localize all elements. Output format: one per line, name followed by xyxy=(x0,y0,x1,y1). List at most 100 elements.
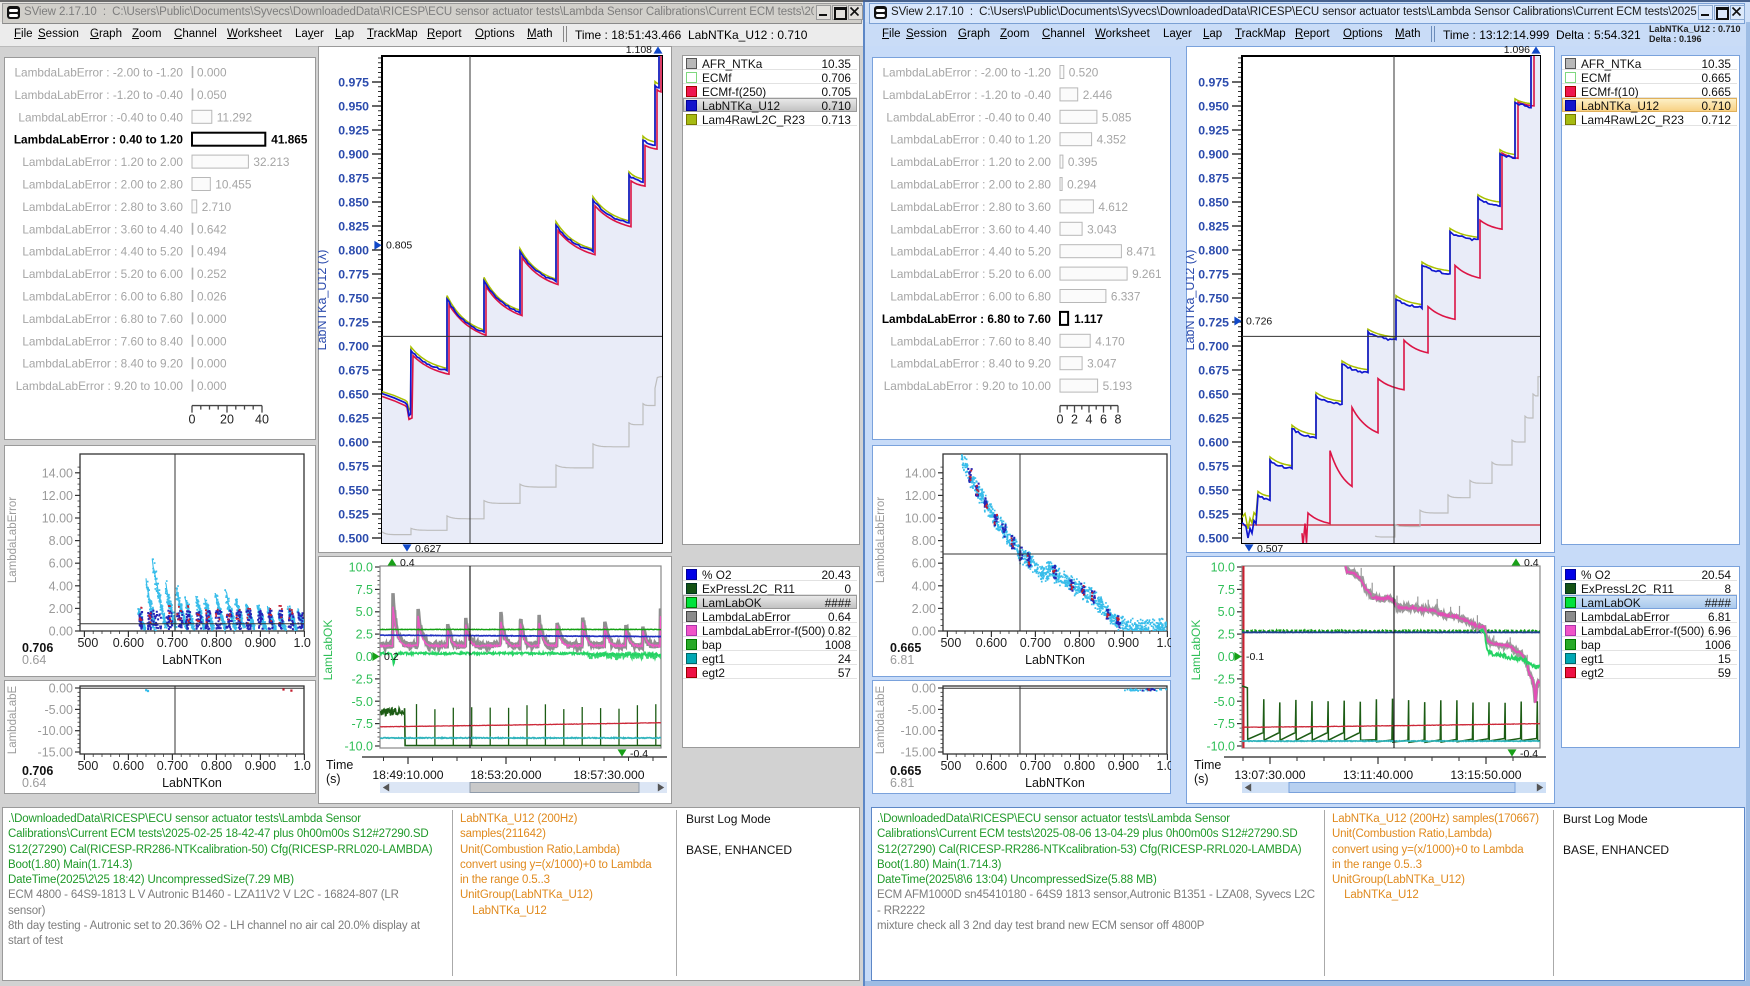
svg-text:8.471: 8.471 xyxy=(1126,245,1156,259)
svg-text:0: 0 xyxy=(1057,413,1064,427)
svg-text:40: 40 xyxy=(255,413,269,427)
svg-text:LambdaLabError : 4.40 to 5.20: LambdaLabError : 4.40 to 5.20 xyxy=(890,245,1051,259)
svg-text:13:15:50.000: 13:15:50.000 xyxy=(1450,768,1521,782)
svg-text:5.193: 5.193 xyxy=(1103,379,1133,393)
svg-text:0.800: 0.800 xyxy=(201,759,232,773)
svg-text:10.00: 10.00 xyxy=(905,512,936,526)
svg-text:6.00: 6.00 xyxy=(912,557,936,571)
svg-text:0.900: 0.900 xyxy=(1108,759,1139,773)
svg-text:0.550: 0.550 xyxy=(1198,484,1229,498)
svg-text:0.750: 0.750 xyxy=(1198,292,1229,306)
svg-text:Time: Time xyxy=(1194,758,1221,772)
svg-text:0.900: 0.900 xyxy=(245,636,276,650)
svg-text:0.600: 0.600 xyxy=(1198,436,1229,450)
svg-text:0.775: 0.775 xyxy=(1198,268,1229,282)
svg-text:10.00: 10.00 xyxy=(42,512,73,526)
svg-text:0.675: 0.675 xyxy=(1198,364,1229,378)
svg-text:LambdaLabError : 8.40 to 9.20: LambdaLabError : 8.40 to 9.20 xyxy=(890,357,1051,371)
svg-text:LambdaLabError : -1.20 to -0.4: LambdaLabError : -1.20 to -0.40 xyxy=(14,88,183,102)
svg-text:0.875: 0.875 xyxy=(338,172,369,186)
svg-text:LambdaLabError : 2.80 to 3.60: LambdaLabError : 2.80 to 3.60 xyxy=(890,200,1051,214)
svg-text:LabNTKon: LabNTKon xyxy=(162,776,222,790)
svg-text:0.900: 0.900 xyxy=(338,148,369,162)
svg-text:0.950: 0.950 xyxy=(338,100,369,114)
svg-text:0.700: 0.700 xyxy=(157,636,188,650)
svg-text:0.525: 0.525 xyxy=(338,508,369,522)
svg-text:0.627: 0.627 xyxy=(415,543,441,553)
svg-text:LambdaLabError : 5.20 to 6.00: LambdaLabError : 5.20 to 6.00 xyxy=(890,267,1051,281)
svg-text:0.050: 0.050 xyxy=(197,88,227,102)
svg-text:0: 0 xyxy=(189,413,196,427)
svg-text:0.875: 0.875 xyxy=(1198,172,1229,186)
svg-text:0.000: 0.000 xyxy=(197,66,227,80)
svg-text:7.5: 7.5 xyxy=(356,583,373,597)
svg-text:2.00: 2.00 xyxy=(49,602,73,616)
svg-text:LambdaLabError : 2.00 to 2.80: LambdaLabError : 2.00 to 2.80 xyxy=(22,178,183,192)
svg-text:12.00: 12.00 xyxy=(42,489,73,503)
svg-text:0.805: 0.805 xyxy=(386,240,412,252)
svg-text:0.520: 0.520 xyxy=(1069,66,1099,80)
svg-text:0.026: 0.026 xyxy=(197,290,227,304)
svg-text:LabNTKa_U12 (λ): LabNTKa_U12 (λ) xyxy=(318,250,329,351)
svg-text:LambdaLabError: LambdaLabError xyxy=(875,497,887,583)
svg-text:-5.0: -5.0 xyxy=(1213,695,1235,709)
svg-text:(s): (s) xyxy=(1194,772,1209,786)
svg-text:6.337: 6.337 xyxy=(1111,290,1141,304)
svg-text:0.925: 0.925 xyxy=(1198,124,1229,138)
svg-text:LambdaLabError : 5.20 to 6.00: LambdaLabError : 5.20 to 6.00 xyxy=(22,267,183,281)
svg-text:0.000: 0.000 xyxy=(197,312,227,326)
svg-text:0.625: 0.625 xyxy=(338,412,369,426)
svg-text:500: 500 xyxy=(940,759,961,773)
svg-text:2.446: 2.446 xyxy=(1083,88,1113,102)
svg-text:0.600: 0.600 xyxy=(976,759,1007,773)
svg-text:0.000: 0.000 xyxy=(197,379,227,393)
svg-text:14.00: 14.00 xyxy=(42,466,73,480)
svg-text:0.775: 0.775 xyxy=(338,268,369,282)
svg-text:LambdaLabError : 6.80 to 7.60: LambdaLabError : 6.80 to 7.60 xyxy=(882,312,1052,326)
svg-text:LambdaLabError : 9.20 to 10.00: LambdaLabError : 9.20 to 10.00 xyxy=(884,379,1052,393)
svg-text:-7.5: -7.5 xyxy=(1213,717,1235,731)
svg-text:0.500: 0.500 xyxy=(338,532,369,546)
svg-text:0.750: 0.750 xyxy=(338,292,369,306)
svg-text:0.525: 0.525 xyxy=(1198,508,1229,522)
svg-text:0.726: 0.726 xyxy=(1246,316,1272,328)
svg-text:0.725: 0.725 xyxy=(338,316,369,330)
svg-text:0.800: 0.800 xyxy=(201,636,232,650)
svg-text:3.047: 3.047 xyxy=(1087,357,1117,371)
svg-text:(s): (s) xyxy=(326,772,341,786)
svg-text:4.612: 4.612 xyxy=(1098,200,1128,214)
svg-text:0.00: 0.00 xyxy=(49,625,73,639)
svg-text:-10.00: -10.00 xyxy=(901,724,936,738)
svg-text:11.292: 11.292 xyxy=(217,110,252,124)
svg-text:0.64: 0.64 xyxy=(22,653,46,667)
svg-text:LambdaLabError : 6.00 to 6.80: LambdaLabError : 6.00 to 6.80 xyxy=(890,290,1051,304)
svg-text:2.5: 2.5 xyxy=(356,628,373,642)
svg-text:-0.1: -0.1 xyxy=(1246,651,1264,663)
svg-text:0.800: 0.800 xyxy=(1198,244,1229,258)
svg-text:0.252: 0.252 xyxy=(197,267,227,281)
svg-text:1.0: 1.0 xyxy=(1157,636,1171,650)
svg-text:0.000: 0.000 xyxy=(197,357,227,371)
svg-text:4: 4 xyxy=(1086,413,1093,427)
svg-text:14.00: 14.00 xyxy=(905,466,936,480)
svg-text:5.0: 5.0 xyxy=(1218,605,1235,619)
svg-text:-5.00: -5.00 xyxy=(45,703,74,717)
svg-text:1.0: 1.0 xyxy=(294,759,311,773)
svg-text:5.085: 5.085 xyxy=(1102,110,1132,124)
svg-text:LambdaLabE: LambdaLabE xyxy=(7,685,19,754)
svg-text:10.0: 10.0 xyxy=(349,561,373,575)
svg-text:1.108: 1.108 xyxy=(626,46,652,56)
svg-text:0.575: 0.575 xyxy=(338,460,369,474)
svg-text:1.0: 1.0 xyxy=(1157,759,1171,773)
svg-text:-15.00: -15.00 xyxy=(38,746,73,760)
svg-text:1.0: 1.0 xyxy=(294,636,311,650)
svg-text:LambdaLabError : 7.60 to 8.40: LambdaLabError : 7.60 to 8.40 xyxy=(890,334,1051,348)
svg-text:0.494: 0.494 xyxy=(197,245,227,259)
svg-text:LabNTKa_U12 (λ): LabNTKa_U12 (λ) xyxy=(1186,250,1197,351)
svg-text:0.825: 0.825 xyxy=(1198,220,1229,234)
svg-text:LambdaLabError : 8.40 to 9.20: LambdaLabError : 8.40 to 9.20 xyxy=(22,357,183,371)
svg-text:LabNTKon: LabNTKon xyxy=(1025,776,1085,790)
svg-text:-2.5: -2.5 xyxy=(351,672,373,686)
svg-text:0.800: 0.800 xyxy=(338,244,369,258)
svg-text:LambdaLabError : -2.00 to -1.2: LambdaLabError : -2.00 to -1.20 xyxy=(14,66,183,80)
